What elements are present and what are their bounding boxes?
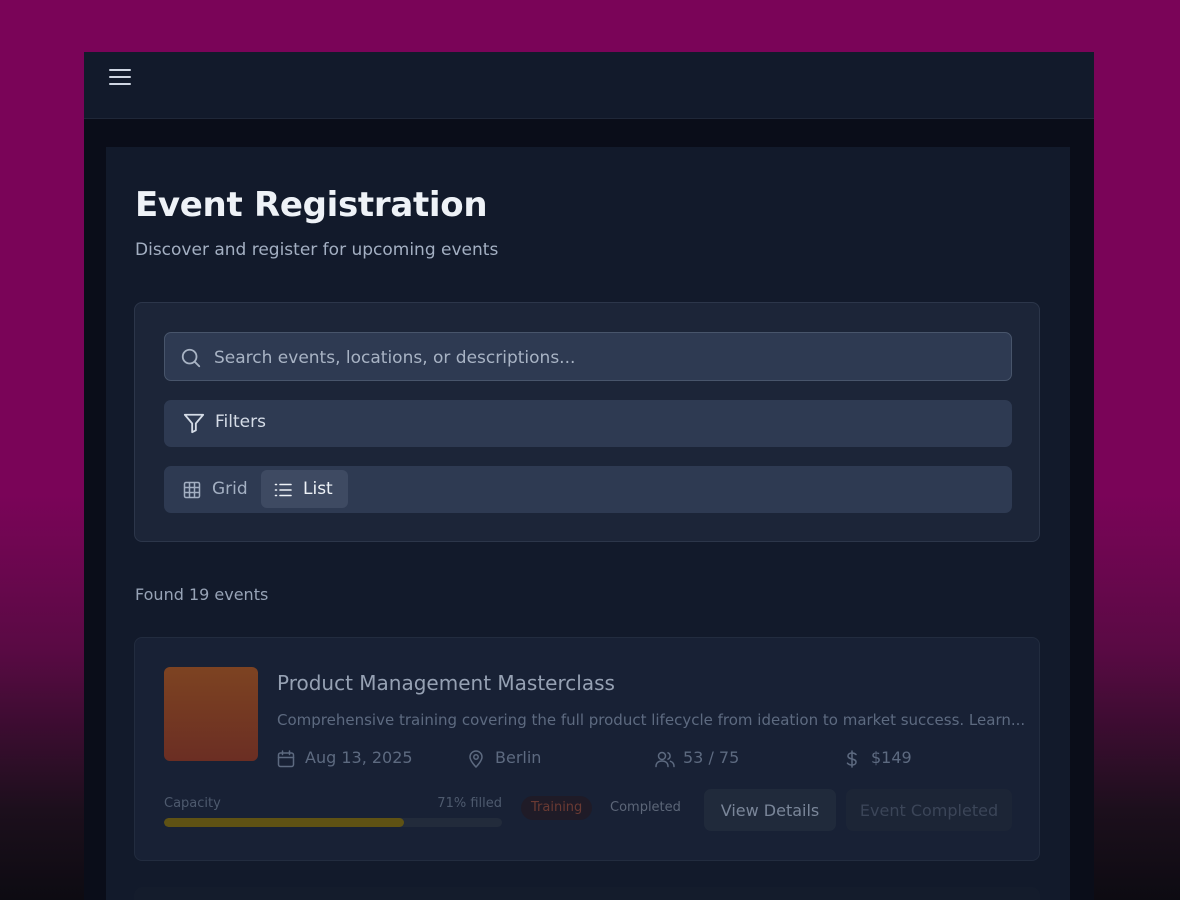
capacity-bar-fill — [164, 818, 404, 827]
grid-view-button[interactable]: Grid — [170, 470, 256, 508]
event-location-text: Berlin — [495, 748, 542, 767]
grid-icon — [183, 481, 201, 499]
capacity-label: Capacity — [164, 796, 221, 811]
capacity-percent: 71% filled — [437, 796, 502, 811]
event-description: Comprehensive training covering the full… — [277, 711, 1026, 729]
event-completed-button: Event Completed — [846, 789, 1012, 831]
top-bar — [84, 52, 1094, 119]
event-card-next[interactable] — [134, 887, 1040, 900]
view-toggle: Grid List — [164, 466, 1012, 513]
event-thumbnail — [164, 667, 258, 761]
map-pin-icon — [469, 750, 483, 768]
status-badge: Completed — [610, 800, 681, 815]
main-panel: Event Registration Discover and register… — [106, 147, 1070, 900]
calendar-icon — [277, 750, 295, 768]
page-title: Event Registration — [135, 185, 488, 225]
event-card[interactable]: Product Management Masterclass Comprehen… — [134, 637, 1040, 861]
view-details-button[interactable]: View Details — [704, 789, 836, 831]
event-attendance-text: 53 / 75 — [683, 748, 740, 767]
capacity-bar — [164, 818, 502, 827]
event-price-text: $149 — [871, 748, 912, 767]
grid-label: Grid — [212, 479, 248, 499]
search-icon — [181, 348, 201, 368]
filter-icon — [183, 413, 205, 434]
filter-panel: Filters Grid Lis — [134, 302, 1040, 542]
list-icon — [274, 483, 292, 497]
results-count: Found 19 events — [135, 585, 269, 604]
filters-button[interactable]: Filters — [164, 400, 1012, 447]
list-label: List — [303, 479, 333, 499]
search-input[interactable] — [212, 333, 996, 382]
list-view-button[interactable]: List — [261, 470, 348, 508]
event-date-text: Aug 13, 2025 — [305, 748, 413, 767]
search-box — [164, 332, 1012, 382]
menu-icon[interactable] — [108, 66, 132, 90]
dollar-icon — [846, 750, 857, 768]
category-badge: Training — [521, 796, 593, 820]
filters-label: Filters — [215, 412, 266, 432]
event-title[interactable]: Product Management Masterclass — [277, 671, 615, 695]
app-window: Event Registration Discover and register… — [84, 52, 1094, 900]
page-subtitle: Discover and register for upcoming event… — [135, 240, 499, 260]
users-icon — [655, 751, 675, 768]
